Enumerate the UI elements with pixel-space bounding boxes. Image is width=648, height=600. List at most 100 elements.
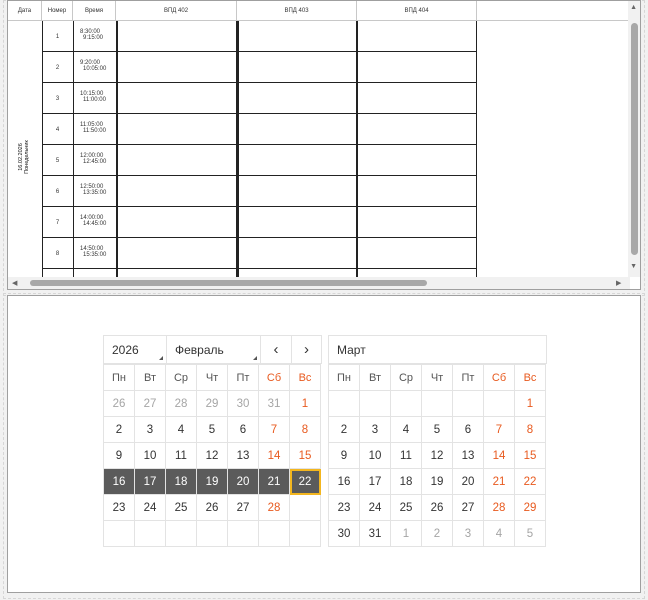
day-cell[interactable]: 5 [196,416,228,443]
day-cell[interactable]: 29 [514,494,546,521]
slot-vpd-404[interactable] [477,21,597,52]
day-cell[interactable]: 6 [227,416,259,443]
scroll-left-icon[interactable]: ◀ [12,279,17,287]
day-cell[interactable]: 16 [328,468,360,495]
day-cell[interactable]: 3 [452,520,484,547]
col-header-time[interactable]: Время [73,1,116,21]
day-cell[interactable]: 12 [421,442,453,469]
day-cell[interactable]: 1 [390,520,422,547]
day-cell[interactable]: 31 [258,390,290,417]
day-cell[interactable]: 13 [452,442,484,469]
day-cell[interactable]: 8 [514,416,546,443]
day-cell[interactable]: 23 [103,494,135,521]
day-cell[interactable]: 24 [359,494,391,521]
day-cell[interactable]: 17 [134,468,166,495]
day-cell[interactable]: 21 [483,468,515,495]
day-cell-selected-today[interactable]: 22 [289,468,321,495]
slot-vpd-404[interactable] [477,52,597,83]
horizontal-scrollbar[interactable]: ◀ ▶ [8,277,630,289]
day-cell[interactable]: 28 [483,494,515,521]
day-cell[interactable]: 19 [421,468,453,495]
day-cell[interactable]: 14 [258,442,290,469]
day-cell[interactable]: 26 [103,390,135,417]
day-cell[interactable]: 4 [483,520,515,547]
day-cell[interactable]: 22 [514,468,546,495]
day-cell[interactable]: 10 [134,442,166,469]
day-cell[interactable]: 8 [289,416,321,443]
day-cell[interactable]: 30 [328,520,360,547]
day-cell[interactable]: 27 [134,390,166,417]
day-cell[interactable]: 17 [359,468,391,495]
slot-vpd-402[interactable] [237,238,358,269]
col-header-vpd-403[interactable]: ВПД 403 [237,1,357,21]
day-cell[interactable]: 4 [165,416,197,443]
slot-vpd-403[interactable] [357,83,477,114]
day-cell[interactable]: 24 [134,494,166,521]
day-cell[interactable]: 5 [421,416,453,443]
day-cell[interactable]: 14 [483,442,515,469]
day-cell[interactable]: 10 [359,442,391,469]
slot-vpd-402[interactable] [237,21,358,52]
day-cell[interactable]: 29 [196,390,228,417]
day-cell[interactable]: 19 [196,468,228,495]
day-cell[interactable]: 15 [289,442,321,469]
day-cell[interactable]: 15 [514,442,546,469]
col-header-number[interactable]: Номер [42,1,73,21]
slot-vpd-403[interactable] [357,176,477,207]
day-cell[interactable]: 27 [227,494,259,521]
day-cell[interactable]: 18 [390,468,422,495]
day-cell[interactable]: 20 [452,468,484,495]
slot-vpd-403[interactable] [357,52,477,83]
day-cell[interactable]: 1 [289,390,321,417]
day-cell[interactable]: 2 [103,416,135,443]
slot-vpd-402[interactable] [237,145,358,176]
slot-vpd-402[interactable] [237,83,358,114]
slot-vpd-404[interactable] [477,207,597,238]
prev-month-button[interactable]: ‹ [261,336,292,363]
year-select[interactable]: 2026 [104,336,167,363]
day-cell[interactable]: 12 [196,442,228,469]
day-cell[interactable]: 28 [258,494,290,521]
day-cell[interactable]: 11 [390,442,422,469]
day-cell[interactable]: 6 [452,416,484,443]
slot-vpd-403[interactable] [357,207,477,238]
scroll-right-icon[interactable]: ▶ [616,279,621,287]
day-cell[interactable]: 1 [514,390,546,417]
col-header-date[interactable]: Дата [8,1,42,21]
day-cell[interactable]: 18 [165,468,197,495]
horizontal-scroll-thumb[interactable] [30,280,427,286]
day-cell[interactable]: 26 [196,494,228,521]
scroll-down-icon[interactable]: ▼ [630,263,637,270]
day-cell[interactable]: 2 [421,520,453,547]
day-cell[interactable]: 28 [165,390,197,417]
day-cell[interactable]: 7 [483,416,515,443]
col-header-vpd-402[interactable]: ВПД 402 [116,1,237,21]
day-cell[interactable]: 16 [103,468,135,495]
day-cell[interactable]: 25 [390,494,422,521]
day-cell[interactable]: 25 [165,494,197,521]
slot-vpd-404[interactable] [477,114,597,145]
day-cell[interactable]: 2 [328,416,360,443]
scroll-up-icon[interactable]: ▲ [630,4,637,11]
next-month-button[interactable]: › [292,336,321,363]
day-cell[interactable]: 11 [165,442,197,469]
slot-vpd-403[interactable] [357,145,477,176]
slot-vpd-404[interactable] [477,176,597,207]
day-cell[interactable]: 9 [103,442,135,469]
slot-vpd-402[interactable] [237,176,358,207]
slot-vpd-402[interactable] [237,114,358,145]
month-select[interactable]: Февраль [167,336,261,363]
day-cell[interactable]: 26 [421,494,453,521]
slot-vpd-404[interactable] [477,145,597,176]
vertical-scroll-thumb[interactable] [631,23,638,255]
day-cell[interactable]: 20 [227,468,259,495]
day-cell[interactable]: 31 [359,520,391,547]
day-cell[interactable]: 7 [258,416,290,443]
day-cell[interactable]: 27 [452,494,484,521]
day-cell[interactable]: 21 [258,468,290,495]
slot-vpd-403[interactable] [357,238,477,269]
day-cell[interactable]: 4 [390,416,422,443]
day-cell[interactable]: 13 [227,442,259,469]
slot-vpd-402[interactable] [237,207,358,238]
slot-vpd-402[interactable] [237,52,358,83]
